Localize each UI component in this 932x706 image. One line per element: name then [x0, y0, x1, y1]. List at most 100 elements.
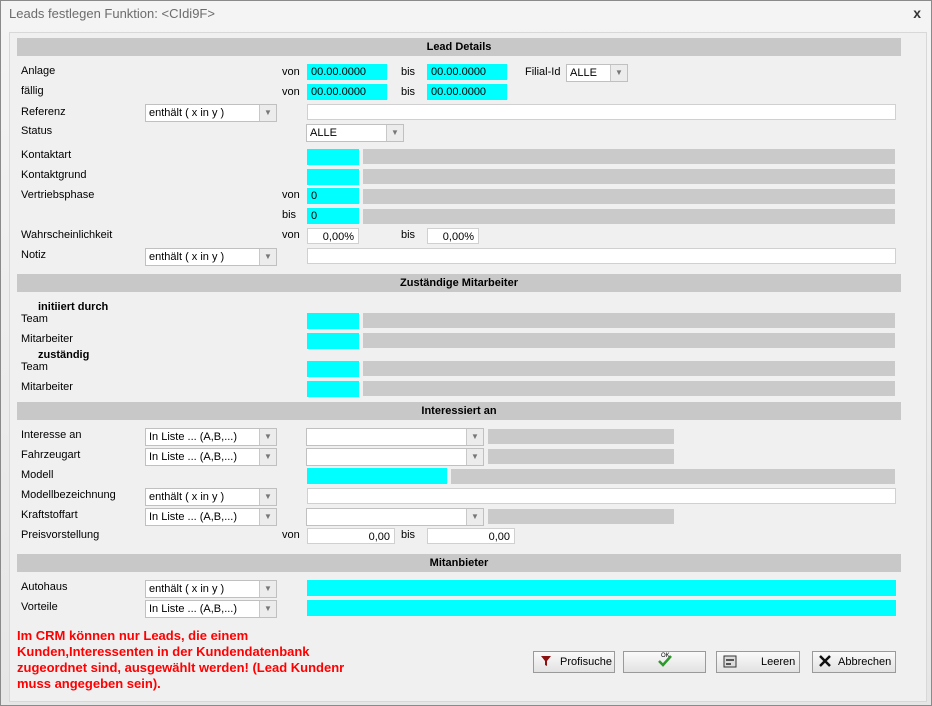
interesse-value-select[interactable]: ▼: [306, 428, 484, 446]
modell-input[interactable]: [307, 468, 447, 484]
mitarbeiter-label: Mitarbeiter: [21, 381, 73, 393]
preis-bis-label: bis: [401, 529, 416, 541]
chevron-down-icon[interactable]: ▼: [259, 509, 276, 525]
initiiert-mitarbeiter-input[interactable]: [307, 333, 359, 349]
kontaktgrund-label: Kontaktgrund: [21, 169, 87, 181]
preis-von-input[interactable]: 0,00: [307, 528, 395, 544]
status-label: Status: [21, 125, 53, 137]
preisvorstellung-label: Preisvorstellung: [21, 529, 100, 541]
chevron-down-icon[interactable]: ▼: [466, 509, 483, 525]
notiz-label: Notiz: [21, 249, 47, 261]
referenz-input[interactable]: [307, 104, 896, 120]
wahr-bis-label: bis: [401, 229, 416, 241]
autohaus-operator-select[interactable]: enthält ( x in y ) ▼: [145, 580, 277, 598]
section-mitanbieter: Mitanbieter: [17, 554, 901, 572]
vertrieb-von-input[interactable]: 0: [307, 188, 359, 204]
kontaktgrund-input[interactable]: [307, 169, 359, 185]
autohaus-operator-value: enthält ( x in y ): [149, 583, 225, 595]
vertrieb-bis-description: [363, 209, 895, 224]
modell-description: [451, 469, 895, 484]
window-title: Leads festlegen Funktion: <CIdi9F>: [9, 6, 215, 21]
modellbezeichnung-operator-value: enthält ( x in y ): [149, 491, 225, 503]
chevron-down-icon[interactable]: ▼: [259, 449, 276, 465]
mitarbeiter-label: Mitarbeiter: [21, 333, 73, 345]
modellbezeichnung-operator-select[interactable]: enthält ( x in y ) ▼: [145, 488, 277, 506]
clear-form-icon: [723, 655, 737, 671]
kontaktart-description: [363, 149, 895, 164]
kontaktgrund-description: [363, 169, 895, 184]
modellbezeichnung-label: Modellbezeichnung: [21, 489, 116, 501]
filial-select[interactable]: ALLE ▼: [566, 64, 628, 82]
zustaendig-mitarbeiter-input[interactable]: [307, 381, 359, 397]
zustaendig-team-input[interactable]: [307, 361, 359, 377]
kontaktart-label: Kontaktart: [21, 149, 72, 161]
chevron-down-icon[interactable]: ▼: [466, 449, 483, 465]
preis-bis-input[interactable]: 0,00: [427, 528, 515, 544]
wahr-bis-input[interactable]: 0,00%: [427, 228, 479, 244]
kontaktart-input[interactable]: [307, 149, 359, 165]
notiz-operator-select[interactable]: enthält ( x in y ) ▼: [145, 248, 277, 266]
vertrieb-bis-input[interactable]: 0: [307, 208, 359, 224]
vertriebsphase-label: Vertriebsphase: [21, 189, 95, 201]
anlage-bis-input[interactable]: 00.00.0000: [427, 64, 507, 80]
filial-value: ALLE: [570, 67, 597, 79]
fahrzeugart-value-select[interactable]: ▼: [306, 448, 484, 466]
vorteile-input[interactable]: [307, 600, 896, 616]
autohaus-input[interactable]: [307, 580, 896, 596]
referenz-label: Referenz: [21, 106, 66, 118]
vertrieb-bis-label: bis: [282, 209, 297, 221]
fahrzeugart-label: Fahrzeugart: [21, 449, 81, 461]
faellig-von-input[interactable]: 00.00.0000: [307, 84, 387, 100]
faellig-bis-label: bis: [401, 86, 416, 98]
chevron-down-icon[interactable]: ▼: [386, 125, 403, 141]
chevron-down-icon[interactable]: ▼: [259, 429, 276, 445]
profisuche-button[interactable]: Profisuche: [533, 651, 615, 673]
modellbezeichnung-input[interactable]: [307, 488, 896, 504]
autohaus-label: Autohaus: [21, 581, 68, 593]
abbrechen-button[interactable]: Abbrechen: [812, 651, 896, 673]
ok-button[interactable]: OK: [623, 651, 706, 673]
wahr-von-input[interactable]: 0,00%: [307, 228, 359, 244]
chevron-down-icon[interactable]: ▼: [259, 249, 276, 265]
vertrieb-von-label: von: [282, 189, 300, 201]
vorteile-label: Vorteile: [21, 601, 58, 613]
warning-message: Im CRM können nur Leads, die einem Kunde…: [17, 628, 345, 691]
referenz-operator-select[interactable]: enthält ( x in y ) ▼: [145, 104, 277, 122]
zustaendig-team-description: [363, 361, 895, 376]
anlage-von-input[interactable]: 00.00.0000: [307, 64, 387, 80]
chevron-down-icon[interactable]: ▼: [259, 105, 276, 121]
chevron-down-icon[interactable]: ▼: [259, 581, 276, 597]
vertrieb-von-description: [363, 189, 895, 204]
faellig-von-label: von: [282, 86, 300, 98]
team-label: Team: [21, 313, 48, 325]
filial-label: Filial-Id: [525, 66, 561, 78]
close-button[interactable]: x: [913, 5, 921, 21]
notiz-input[interactable]: [307, 248, 896, 264]
faellig-bis-input[interactable]: 00.00.0000: [427, 84, 507, 100]
interesse-operator-select[interactable]: In Liste ... (A,B,...) ▼: [145, 428, 277, 446]
chevron-down-icon[interactable]: ▼: [610, 65, 627, 81]
anlage-bis-label: bis: [401, 66, 416, 78]
preis-von-label: von: [282, 529, 300, 541]
status-select[interactable]: ALLE ▼: [306, 124, 404, 142]
section-lead-details: Lead Details: [17, 38, 901, 56]
leeren-button[interactable]: Leeren: [716, 651, 800, 673]
interesse-description: [488, 429, 674, 444]
fahrzeugart-operator-select[interactable]: In Liste ... (A,B,...) ▼: [145, 448, 277, 466]
anlage-von-label: von: [282, 66, 300, 78]
wahrscheinlichkeit-label: Wahrscheinlichkeit: [21, 229, 113, 241]
filter-icon: [540, 655, 552, 670]
abbrechen-label: Abbrechen: [838, 656, 892, 668]
cancel-x-icon: [819, 655, 831, 670]
zustaendig-mitarbeiter-description: [363, 381, 895, 396]
vorteile-operator-select[interactable]: In Liste ... (A,B,...) ▼: [145, 600, 277, 618]
initiiert-team-description: [363, 313, 895, 328]
chevron-down-icon[interactable]: ▼: [259, 489, 276, 505]
chevron-down-icon[interactable]: ▼: [259, 601, 276, 617]
kraftstoffart-value-select[interactable]: ▼: [306, 508, 484, 526]
chevron-down-icon[interactable]: ▼: [466, 429, 483, 445]
initiiert-team-input[interactable]: [307, 313, 359, 329]
kraftstoffart-label: Kraftstoffart: [21, 509, 78, 521]
kraftstoffart-operator-select[interactable]: In Liste ... (A,B,...) ▼: [145, 508, 277, 526]
wahr-von-label: von: [282, 229, 300, 241]
